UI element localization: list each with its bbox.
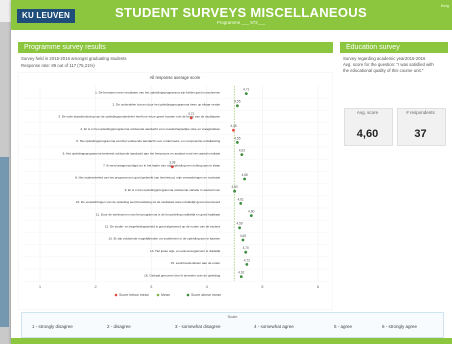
- question-label: 2. De onderdelen komen door het opleidin…: [113, 103, 221, 107]
- scale-item-1: 1 - strongly disagree: [32, 324, 73, 329]
- scale-item-2: 2 - disagree: [107, 324, 131, 329]
- programme-survey-line: Survey held in 2015-2016 amongst graduat…: [21, 56, 127, 61]
- response-rate: Response rate: 89 out of 117 (75,21%): [21, 63, 95, 68]
- score-value-label: 4,62: [238, 271, 244, 275]
- education-question-line2: the educational quality of this course u…: [343, 68, 424, 73]
- question-label: 16. Globaal genomen ben ik tevreden over…: [144, 273, 220, 277]
- score-point: [239, 275, 243, 278]
- score-point: [240, 153, 244, 156]
- question-label: 1. De beroepen treer resultaten van het …: [95, 90, 220, 94]
- score-value-label: 4,50: [231, 185, 237, 189]
- legend-label: Score above mean: [191, 293, 221, 297]
- ku-leuven-logo: KU LEUVEN: [17, 9, 75, 23]
- question-label: 13. Er zijn voldoende mogelijkheden om p…: [108, 237, 220, 241]
- legend-marker: [186, 293, 190, 297]
- score-point: [238, 226, 242, 230]
- scale-item-4: 4 - somewhat agree: [254, 324, 294, 329]
- avg-score-label: Avg. score: [356, 110, 379, 115]
- score-point: [232, 128, 235, 132]
- left-edge-stripe: [0, 157, 9, 327]
- legend-marker: [156, 293, 160, 297]
- scale-legend: Scale 1 - strongly disagree 2 - disagree…: [21, 312, 444, 338]
- score-value-label: 3,72: [188, 112, 194, 116]
- score-point: [235, 141, 239, 144]
- score-point: [239, 202, 243, 205]
- score-point: [243, 177, 247, 181]
- question-label: 14. Het juiste wijs- en examenreglement …: [150, 249, 221, 253]
- score-value-label: 4,80: [248, 210, 254, 214]
- question-label: 11. Door de werkvormen van het programma…: [96, 212, 220, 216]
- page-title: STUDENT SURVEYS MISCELLANEOUS: [115, 5, 367, 20]
- score-value-label: 4,72: [244, 258, 250, 262]
- score-value-label: 4,55: [234, 100, 240, 104]
- question-label: 5. Het opleidingsprogramma voorziet vold…: [76, 139, 220, 143]
- question-label: 15. Lesinhoudendelen aan de orden: [171, 261, 221, 265]
- score-value-label: 4,55: [234, 136, 240, 140]
- score-point: [233, 189, 237, 193]
- header-banner: KU LEUVEN STUDENT SURVEYS MISCELLANEOUS …: [11, 0, 452, 30]
- question-score-chart: All response average score 1 2 3 4 5 6 1. De be…: [18, 72, 333, 310]
- footer-bar: [11, 338, 452, 344]
- question-label: 10. De verwachtingen van de opleiding we…: [76, 200, 221, 204]
- avg-score-value: 4,60: [356, 128, 379, 140]
- score-point: [170, 165, 174, 169]
- legend-marker: [114, 293, 118, 297]
- score-point: [244, 92, 248, 95]
- programme-section-heading: Programme survey results: [18, 42, 333, 53]
- question-label: 4. Er is in het opleidingsprogramma vold…: [81, 127, 221, 131]
- legend-label: Mean: [161, 293, 170, 297]
- score-value-label: 4,71: [243, 88, 249, 92]
- score-value-label: 4,68: [241, 173, 247, 177]
- score-value-label: 4,61: [238, 197, 244, 201]
- score-point: [245, 263, 249, 266]
- score-point: [244, 250, 248, 254]
- score-value-label: 4,48: [230, 124, 236, 128]
- score-point: [241, 238, 245, 242]
- scale-item-6: 6 - strongly agree: [382, 324, 418, 329]
- chart-svg: All response average score1 2 3 4 5 61. De be…: [18, 72, 333, 310]
- respondents-label: # respondents: [406, 110, 435, 115]
- question-label: 9. Er is in het opleidingsprogramma vold…: [125, 188, 221, 192]
- score-value-label: 4,63: [239, 149, 245, 153]
- score-value-label: 4,59: [236, 222, 242, 226]
- scale-item-5: 5 - agree: [334, 324, 353, 329]
- corner-label: Belg: [440, 3, 449, 8]
- chart-title: All response average score: [150, 75, 201, 80]
- question-label: 7. Ik werd aangemoedigd om in het kader …: [103, 164, 220, 168]
- education-section-heading: Education survey: [340, 42, 448, 53]
- question-label: 6. Het opleidingsprogramma besteedt vold…: [63, 151, 221, 155]
- score-point: [235, 104, 239, 108]
- question-label: 12. De studie- en begeleidingsbeleid is …: [105, 225, 221, 229]
- question-label: 3. De rode draad/ordening van de opleidi…: [58, 115, 220, 119]
- respondents-value: 37: [414, 128, 427, 140]
- report-page: KU LEUVEN STUDENT SURVEYS MISCELLANEOUS …: [11, 0, 452, 344]
- scale-title: Scale: [227, 314, 238, 319]
- legend-label: Score below mean: [119, 293, 149, 297]
- score-value-label: 3,38: [169, 161, 175, 165]
- score-point: [249, 214, 253, 218]
- scale-item-3: 3 - somewhat disagree: [175, 324, 221, 329]
- score-point: [189, 116, 193, 120]
- question-label: 8. Het studeerbeleid van het programma i…: [75, 176, 220, 180]
- score-value-label: 4,65: [240, 234, 246, 238]
- education-score-boxes: Avg. score 4,60 # respondents 37: [344, 108, 446, 146]
- programme-subtitle: Programme ___ 972___: [216, 20, 266, 25]
- score-value-label: 4,70: [243, 246, 249, 250]
